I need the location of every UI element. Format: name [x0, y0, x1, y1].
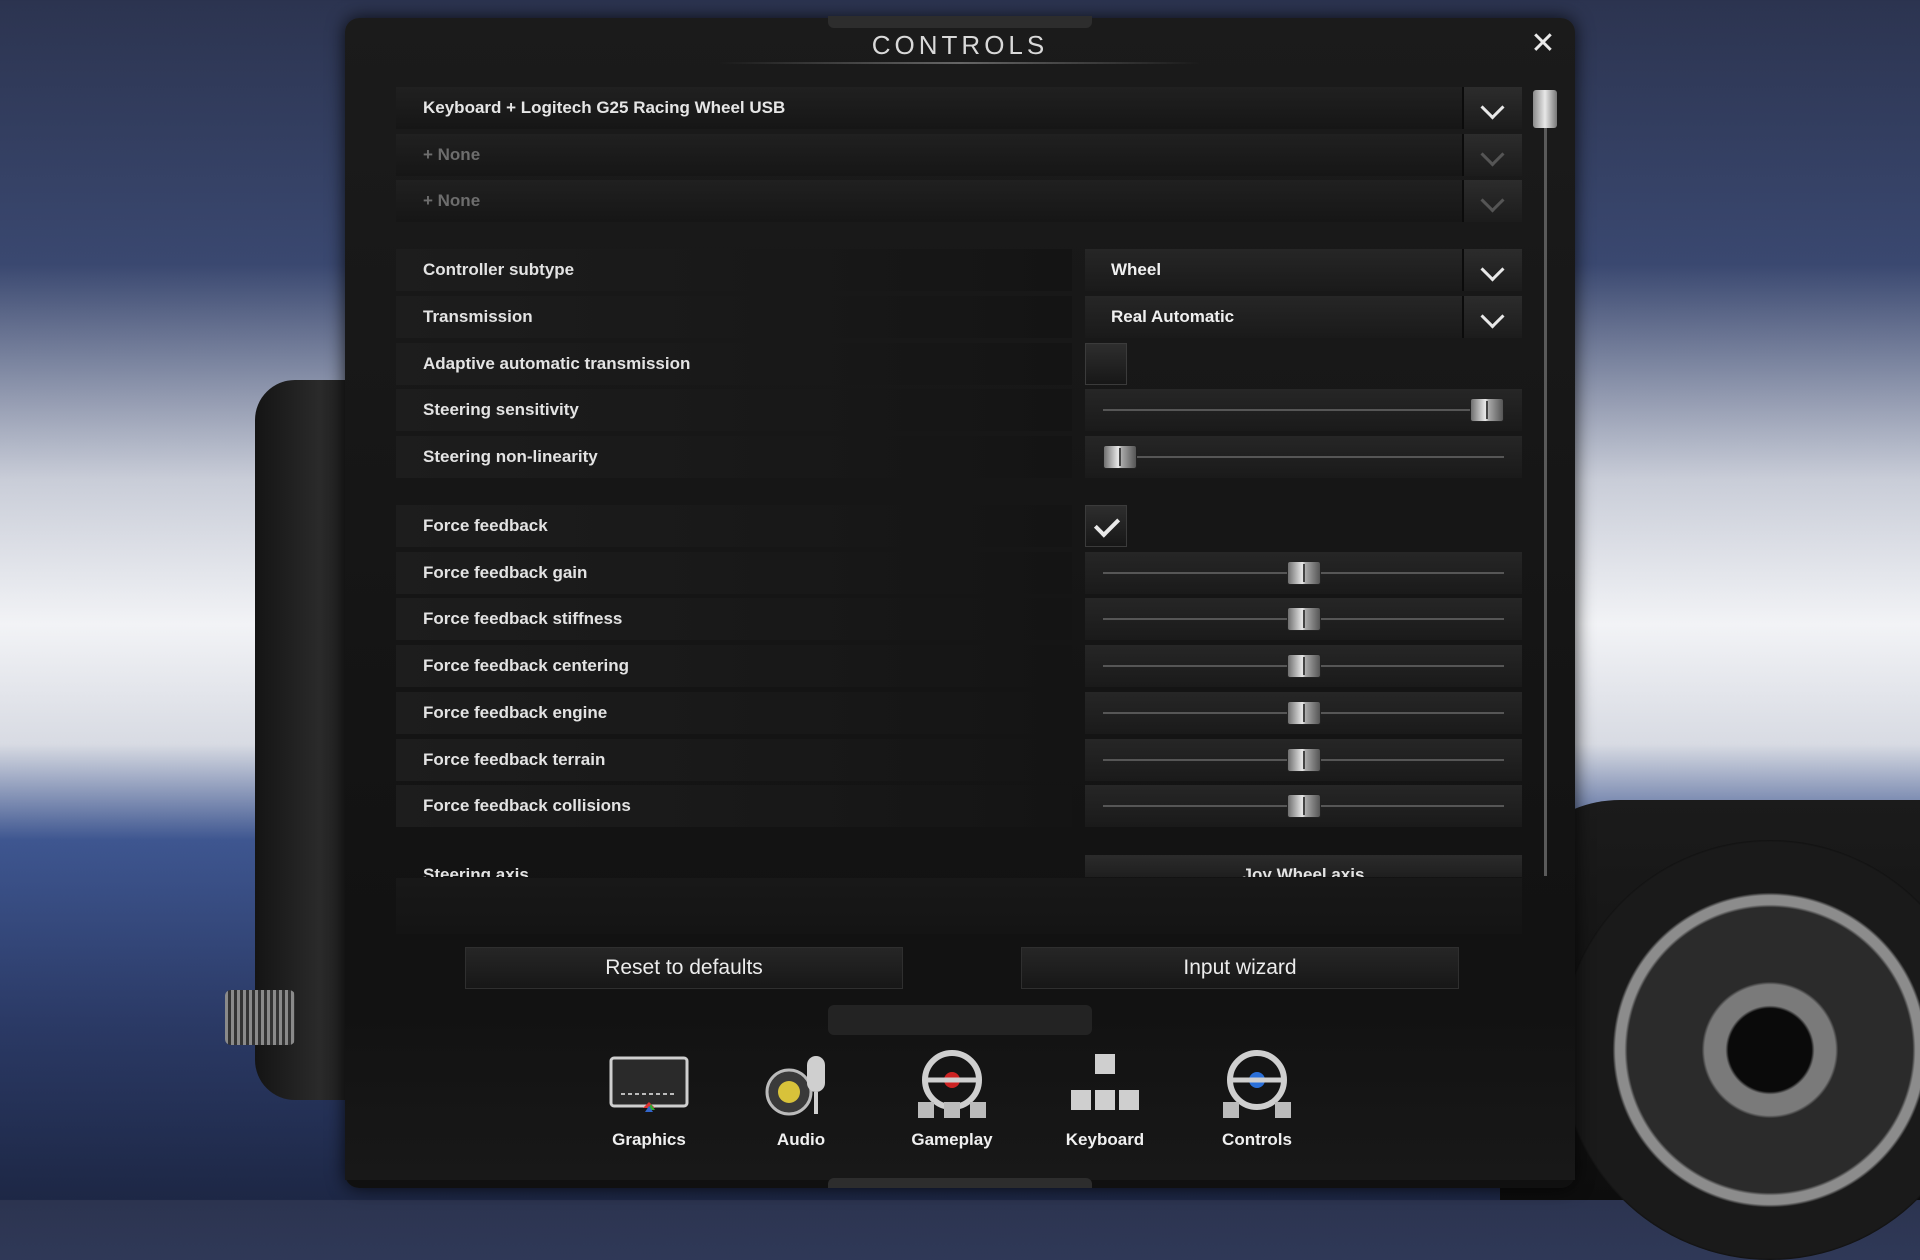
- chevron-down-icon[interactable]: [1462, 87, 1522, 129]
- close-icon[interactable]: ✕: [1527, 28, 1559, 60]
- panel-top-tab: [828, 16, 1092, 28]
- tab-label: Graphics: [612, 1130, 686, 1149]
- scrollbar-track[interactable]: [1544, 90, 1547, 876]
- tab-graphics[interactable]: Graphics: [589, 1050, 709, 1160]
- transmission-select[interactable]: Real Automatic: [1085, 296, 1522, 338]
- profile-label: Keyboard + Logitech G25 Racing Wheel USB: [423, 98, 786, 117]
- ff-gain-slider[interactable]: [1085, 552, 1522, 594]
- select-value: Real Automatic: [1111, 307, 1235, 326]
- setting-label-ff-gain: Force feedback gain: [396, 552, 1072, 594]
- slider-handle[interactable]: [1286, 561, 1321, 585]
- adaptive-transmission-checkbox[interactable]: [1085, 343, 1127, 385]
- input-wizard-button[interactable]: Input wizard: [1021, 947, 1459, 989]
- speaker-microphone-icon: [765, 1056, 825, 1116]
- chevron-down-icon[interactable]: [1462, 134, 1522, 176]
- monitor-icon: [609, 1056, 689, 1112]
- setting-label-transmission: Transmission: [396, 296, 1072, 338]
- slider-handle[interactable]: [1286, 607, 1321, 631]
- tab-label: Controls: [1222, 1130, 1292, 1149]
- steering-sensitivity-slider[interactable]: [1085, 389, 1522, 431]
- slider-track: [1103, 456, 1504, 458]
- slider-track: [1103, 409, 1504, 411]
- steering-axis-value: Joy Wheel axis: [1242, 865, 1365, 877]
- tab-controls[interactable]: Controls: [1197, 1050, 1317, 1160]
- settings-list-clipped-row: Steering axis Joy Wheel axis: [396, 855, 1522, 877]
- chevron-down-icon[interactable]: [1462, 249, 1522, 291]
- force-feedback-checkbox-row: [1085, 505, 1522, 547]
- setting-label-adaptive: Adaptive automatic transmission: [396, 343, 1072, 385]
- setting-label-controller-subtype: Controller subtype: [396, 249, 1072, 291]
- tab-bar-handle: [828, 1005, 1092, 1035]
- slider-handle[interactable]: [1103, 445, 1137, 469]
- select-value: Wheel: [1111, 260, 1162, 279]
- setting-label-ff-terrain: Force feedback terrain: [396, 739, 1072, 781]
- tab-label: Audio: [776, 1130, 826, 1149]
- adaptive-transmission-checkbox-row: [1085, 343, 1522, 385]
- list-fade: [396, 878, 1522, 934]
- title-divider: [720, 62, 1200, 64]
- tab-audio[interactable]: Audio: [741, 1050, 861, 1160]
- ff-centering-slider[interactable]: [1085, 645, 1522, 687]
- scrollbar-thumb[interactable]: [1533, 90, 1557, 128]
- background-grille: [225, 990, 295, 1045]
- profile-dropdown-tertiary[interactable]: + None: [396, 180, 1522, 222]
- page-title: CONTROLS: [871, 30, 1049, 60]
- ff-stiffness-slider[interactable]: [1085, 598, 1522, 640]
- controller-subtype-select[interactable]: Wheel: [1085, 249, 1522, 291]
- slider-handle[interactable]: [1286, 654, 1321, 678]
- ff-collisions-slider[interactable]: [1085, 785, 1522, 827]
- slider-handle[interactable]: [1286, 701, 1321, 725]
- setting-label-ff-engine: Force feedback engine: [396, 692, 1072, 734]
- steering-axis-button[interactable]: Joy Wheel axis: [1085, 855, 1522, 877]
- tab-keyboard[interactable]: Keyboard: [1045, 1050, 1165, 1160]
- setting-label-ff-centering: Force feedback centering: [396, 645, 1072, 687]
- profile-label: + None: [423, 191, 481, 210]
- tab-gameplay[interactable]: Gameplay: [892, 1050, 1012, 1160]
- slider-handle[interactable]: [1286, 794, 1321, 818]
- steering-nonlinearity-slider[interactable]: [1085, 436, 1522, 478]
- ff-engine-slider[interactable]: [1085, 692, 1522, 734]
- setting-label-steering-axis: Steering axis: [423, 865, 529, 877]
- setting-label-ff-stiffness: Force feedback stiffness: [396, 598, 1072, 640]
- setting-label-ff-collisions: Force feedback collisions: [396, 785, 1072, 827]
- slider-handle[interactable]: [1470, 398, 1504, 422]
- profile-label: + None: [423, 145, 481, 164]
- force-feedback-checkbox[interactable]: [1085, 505, 1127, 547]
- chevron-down-icon[interactable]: [1462, 296, 1522, 338]
- steering-wheel-icon: [918, 1050, 986, 1118]
- panel-bottom-tab: [828, 1178, 1092, 1188]
- ff-terrain-slider[interactable]: [1085, 739, 1522, 781]
- reset-defaults-button[interactable]: Reset to defaults: [465, 947, 903, 989]
- wheel-pedals-icon: [1223, 1050, 1291, 1118]
- setting-label-steering-sensitivity: Steering sensitivity: [396, 389, 1072, 431]
- setting-label-force-feedback: Force feedback: [396, 505, 1072, 547]
- chevron-down-icon[interactable]: [1462, 180, 1522, 222]
- keys-icon: [1071, 1054, 1139, 1110]
- slider-handle[interactable]: [1286, 748, 1321, 772]
- tab-label: Gameplay: [911, 1130, 993, 1149]
- tab-label: Keyboard: [1065, 1130, 1145, 1149]
- profile-dropdown-primary[interactable]: Keyboard + Logitech G25 Racing Wheel USB: [396, 87, 1522, 129]
- setting-label-steering-nonlinearity: Steering non-linearity: [396, 436, 1072, 478]
- profile-dropdown-secondary[interactable]: + None: [396, 134, 1522, 176]
- checkmark-icon: [1093, 511, 1121, 538]
